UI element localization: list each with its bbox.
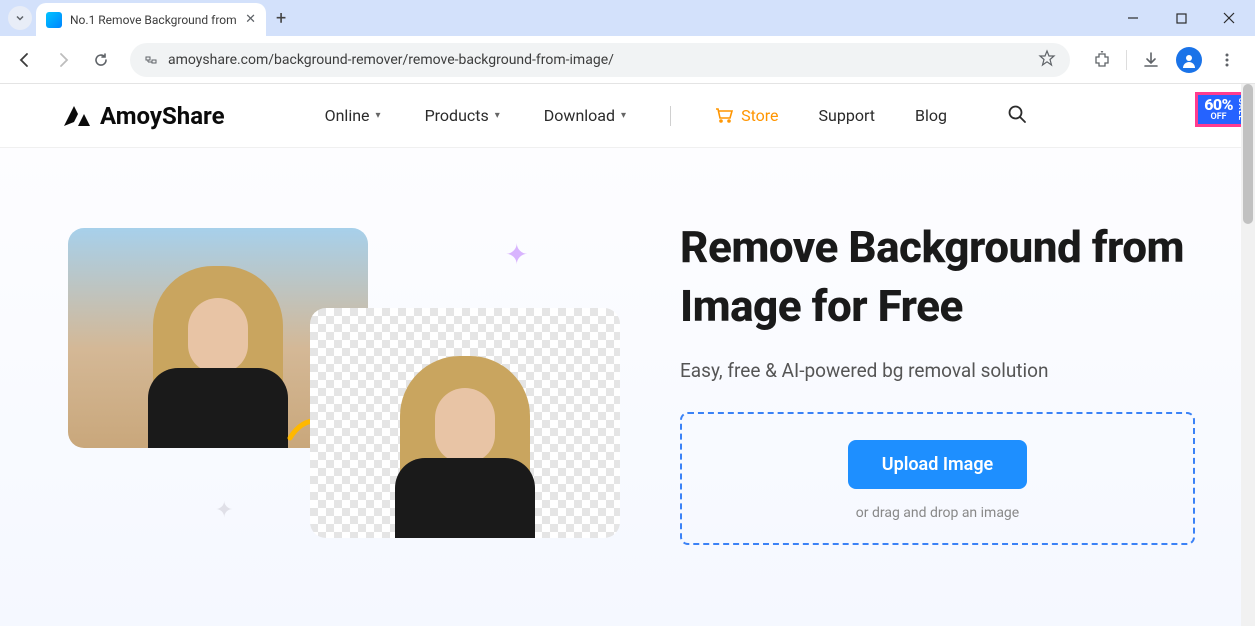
chevron-down-icon: ▾ bbox=[495, 110, 500, 121]
logo-icon bbox=[60, 102, 92, 130]
upload-zone[interactable]: Upload Image or drag and drop an image bbox=[680, 412, 1195, 545]
address-bar-row: amoyshare.com/background-remover/remove-… bbox=[0, 36, 1255, 84]
url-text: amoyshare.com/background-remover/remove-… bbox=[168, 52, 1028, 68]
image-after bbox=[310, 308, 620, 538]
sale-percent: 60% bbox=[1204, 97, 1233, 113]
nav-blog[interactable]: Blog bbox=[915, 106, 947, 125]
close-window-button[interactable] bbox=[1211, 4, 1247, 32]
hero-subtitle: Easy, free & AI-powered bg removal solut… bbox=[680, 359, 1195, 382]
chevron-down-icon: ▾ bbox=[621, 110, 626, 121]
nav-online[interactable]: Online▾ bbox=[325, 106, 381, 125]
browser-tab[interactable]: No.1 Remove Background from ✕ bbox=[36, 3, 266, 37]
logo-text: AmoyShare bbox=[100, 102, 225, 130]
hero-section: ✦ ✦ Remove Background from Image for Fre… bbox=[0, 148, 1255, 626]
tab-close-icon[interactable]: ✕ bbox=[245, 12, 256, 27]
chevron-down-icon: ▾ bbox=[376, 110, 381, 121]
menu-button[interactable] bbox=[1213, 46, 1241, 74]
nav-store[interactable]: Store bbox=[715, 106, 778, 125]
cart-icon bbox=[715, 108, 733, 124]
site-header: AmoyShare Online▾ Products▾ Download▾ St… bbox=[0, 84, 1255, 148]
upload-button[interactable]: Upload Image bbox=[848, 440, 1028, 489]
address-bar[interactable]: amoyshare.com/background-remover/remove-… bbox=[130, 43, 1070, 77]
profile-button[interactable] bbox=[1175, 46, 1203, 74]
nav-divider bbox=[670, 106, 671, 126]
tab-bar: No.1 Remove Background from ✕ + bbox=[0, 0, 1255, 36]
forward-button[interactable] bbox=[46, 43, 80, 77]
back-button[interactable] bbox=[8, 43, 42, 77]
downloads-icon[interactable] bbox=[1137, 46, 1165, 74]
tab-favicon bbox=[46, 12, 62, 28]
hero-visual: ✦ ✦ bbox=[60, 208, 620, 626]
sale-off: OFF bbox=[1211, 113, 1227, 122]
new-tab-button[interactable]: + bbox=[276, 8, 286, 29]
tab-title: No.1 Remove Background from bbox=[70, 13, 237, 27]
search-icon[interactable] bbox=[1007, 104, 1027, 128]
site-info-icon[interactable] bbox=[144, 53, 158, 67]
hero-title: Remove Background from Image for Free bbox=[680, 218, 1195, 337]
nav-support[interactable]: Support bbox=[819, 106, 875, 125]
scroll-thumb[interactable] bbox=[1243, 84, 1253, 224]
logo[interactable]: AmoyShare bbox=[60, 102, 225, 130]
drag-drop-text: or drag and drop an image bbox=[702, 505, 1173, 521]
bookmark-star-icon[interactable] bbox=[1038, 49, 1056, 71]
scrollbar[interactable] bbox=[1241, 84, 1255, 626]
nav-download[interactable]: Download▾ bbox=[544, 106, 626, 125]
tab-search-button[interactable] bbox=[8, 6, 32, 30]
minimize-button[interactable] bbox=[1115, 4, 1151, 32]
sparkle-icon: ✦ bbox=[505, 238, 528, 271]
nav-products[interactable]: Products▾ bbox=[425, 106, 500, 125]
extensions-icon[interactable] bbox=[1088, 46, 1116, 74]
reload-button[interactable] bbox=[84, 43, 118, 77]
maximize-button[interactable] bbox=[1163, 4, 1199, 32]
sparkle-icon: ✦ bbox=[215, 498, 233, 523]
